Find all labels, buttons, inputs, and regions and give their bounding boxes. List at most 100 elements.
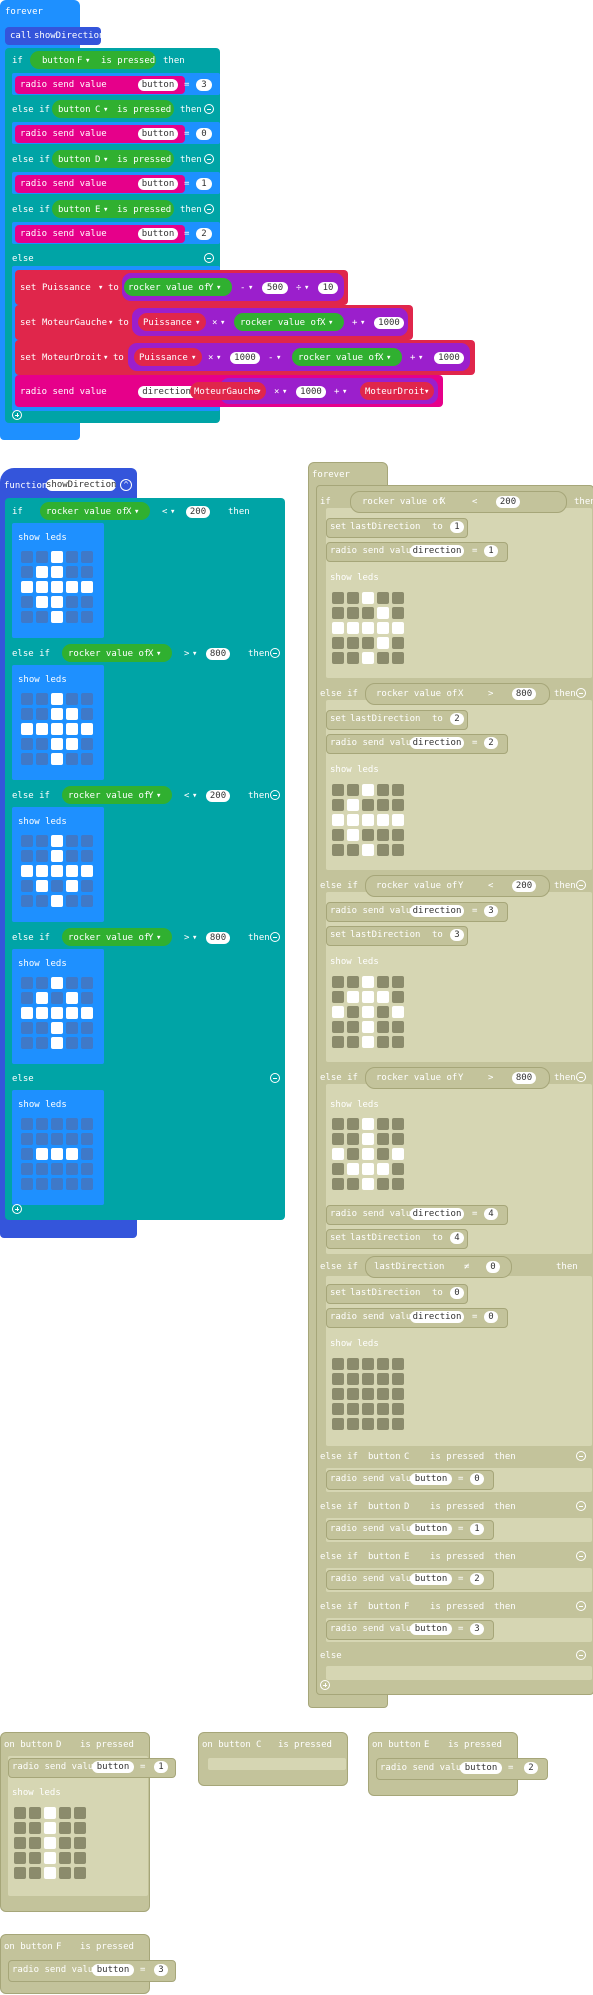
- axis-dropdown[interactable]: Y: [148, 790, 153, 802]
- remove-branch-icon[interactable]: [204, 154, 214, 164]
- value-200[interactable]: 200: [206, 790, 230, 802]
- led-off[interactable]: [36, 611, 48, 623]
- led-off[interactable]: [66, 1163, 78, 1175]
- led-off[interactable]: [36, 1133, 48, 1145]
- led-on[interactable]: [347, 991, 359, 1003]
- led-on[interactable]: [44, 1867, 56, 1879]
- led-off[interactable]: [392, 1373, 404, 1385]
- axis-dropdown[interactable]: X: [440, 496, 445, 508]
- remove-branch-icon[interactable]: [204, 253, 214, 263]
- value-2[interactable]: 2: [524, 1762, 538, 1774]
- button-string[interactable]: button: [92, 1964, 134, 1976]
- led-off[interactable]: [362, 637, 374, 649]
- led-off[interactable]: [362, 607, 374, 619]
- minus-op[interactable]: -: [268, 352, 273, 364]
- led-grid[interactable]: [332, 976, 404, 1048]
- led-on[interactable]: [362, 1006, 374, 1018]
- led-off[interactable]: [21, 551, 33, 563]
- led-off[interactable]: [21, 753, 33, 765]
- led-off[interactable]: [21, 1022, 33, 1034]
- led-off[interactable]: [74, 1837, 86, 1849]
- led-on[interactable]: [81, 865, 93, 877]
- remove-branch-icon[interactable]: [270, 1073, 280, 1083]
- led-off[interactable]: [66, 1118, 78, 1130]
- value-800[interactable]: 800: [206, 648, 230, 660]
- value-2[interactable]: 2: [450, 713, 464, 725]
- led-on[interactable]: [51, 738, 63, 750]
- div-op[interactable]: ÷: [296, 282, 301, 294]
- led-off[interactable]: [392, 1118, 404, 1130]
- value-200[interactable]: 200: [186, 506, 210, 518]
- value-1000[interactable]: 1000: [374, 317, 404, 329]
- variable-dropdown[interactable]: lastDirection: [350, 929, 420, 941]
- led-off[interactable]: [392, 844, 404, 856]
- led-off[interactable]: [392, 976, 404, 988]
- value-2[interactable]: 2: [484, 737, 498, 749]
- led-off[interactable]: [21, 596, 33, 608]
- led-on[interactable]: [66, 865, 78, 877]
- led-off[interactable]: [392, 1418, 404, 1430]
- led-on[interactable]: [36, 1148, 48, 1160]
- led-off[interactable]: [36, 1178, 48, 1190]
- led-off[interactable]: [14, 1822, 26, 1834]
- led-off[interactable]: [392, 1133, 404, 1145]
- plus-op[interactable]: +: [410, 352, 415, 364]
- led-off[interactable]: [51, 1118, 63, 1130]
- gt-op[interactable]: >: [184, 648, 189, 660]
- value-200[interactable]: 200: [512, 880, 536, 892]
- led-off[interactable]: [347, 1403, 359, 1415]
- button-string[interactable]: button: [410, 1573, 452, 1585]
- button-c-dropdown[interactable]: C: [95, 104, 100, 116]
- led-off[interactable]: [347, 1006, 359, 1018]
- led-on[interactable]: [36, 581, 48, 593]
- led-grid[interactable]: [332, 784, 404, 856]
- led-on[interactable]: [362, 844, 374, 856]
- led-off[interactable]: [21, 977, 33, 989]
- led-on[interactable]: [66, 738, 78, 750]
- button-string[interactable]: button: [92, 1761, 134, 1773]
- led-off[interactable]: [36, 1037, 48, 1049]
- value-0[interactable]: 0: [196, 128, 212, 140]
- led-off[interactable]: [21, 611, 33, 623]
- led-off[interactable]: [81, 992, 93, 1004]
- led-off[interactable]: [377, 1036, 389, 1048]
- led-on[interactable]: [66, 581, 78, 593]
- led-off[interactable]: [21, 1133, 33, 1145]
- led-off[interactable]: [21, 1163, 33, 1175]
- led-off[interactable]: [347, 592, 359, 604]
- led-off[interactable]: [66, 1178, 78, 1190]
- led-off[interactable]: [66, 611, 78, 623]
- led-off[interactable]: [392, 1163, 404, 1175]
- led-off[interactable]: [347, 1358, 359, 1370]
- value-800[interactable]: 800: [512, 688, 536, 700]
- remove-branch-icon[interactable]: [576, 1072, 586, 1082]
- led-off[interactable]: [377, 1133, 389, 1145]
- axis-dropdown[interactable]: X: [126, 506, 131, 518]
- led-on[interactable]: [36, 723, 48, 735]
- led-off[interactable]: [66, 753, 78, 765]
- led-on[interactable]: [44, 1807, 56, 1819]
- value-1000[interactable]: 1000: [230, 352, 260, 364]
- lt-op[interactable]: <: [184, 790, 189, 802]
- value-0[interactable]: 0: [484, 1311, 498, 1323]
- led-grid[interactable]: [21, 693, 93, 765]
- led-off[interactable]: [81, 708, 93, 720]
- led-off[interactable]: [332, 1388, 344, 1400]
- led-off[interactable]: [81, 1163, 93, 1175]
- led-off[interactable]: [332, 1163, 344, 1175]
- led-on[interactable]: [362, 592, 374, 604]
- value-3[interactable]: 3: [154, 1964, 168, 1976]
- led-off[interactable]: [377, 1178, 389, 1190]
- event-dropdown[interactable]: pressed: [464, 1739, 502, 1751]
- led-on[interactable]: [362, 976, 374, 988]
- led-grid[interactable]: [21, 1118, 93, 1190]
- button-string[interactable]: button: [410, 1523, 452, 1535]
- led-off[interactable]: [332, 991, 344, 1003]
- led-off[interactable]: [21, 850, 33, 862]
- led-off[interactable]: [36, 1163, 48, 1175]
- led-off[interactable]: [347, 976, 359, 988]
- led-off[interactable]: [81, 693, 93, 705]
- led-off[interactable]: [74, 1822, 86, 1834]
- led-off[interactable]: [81, 551, 93, 563]
- button-string[interactable]: button: [138, 228, 178, 240]
